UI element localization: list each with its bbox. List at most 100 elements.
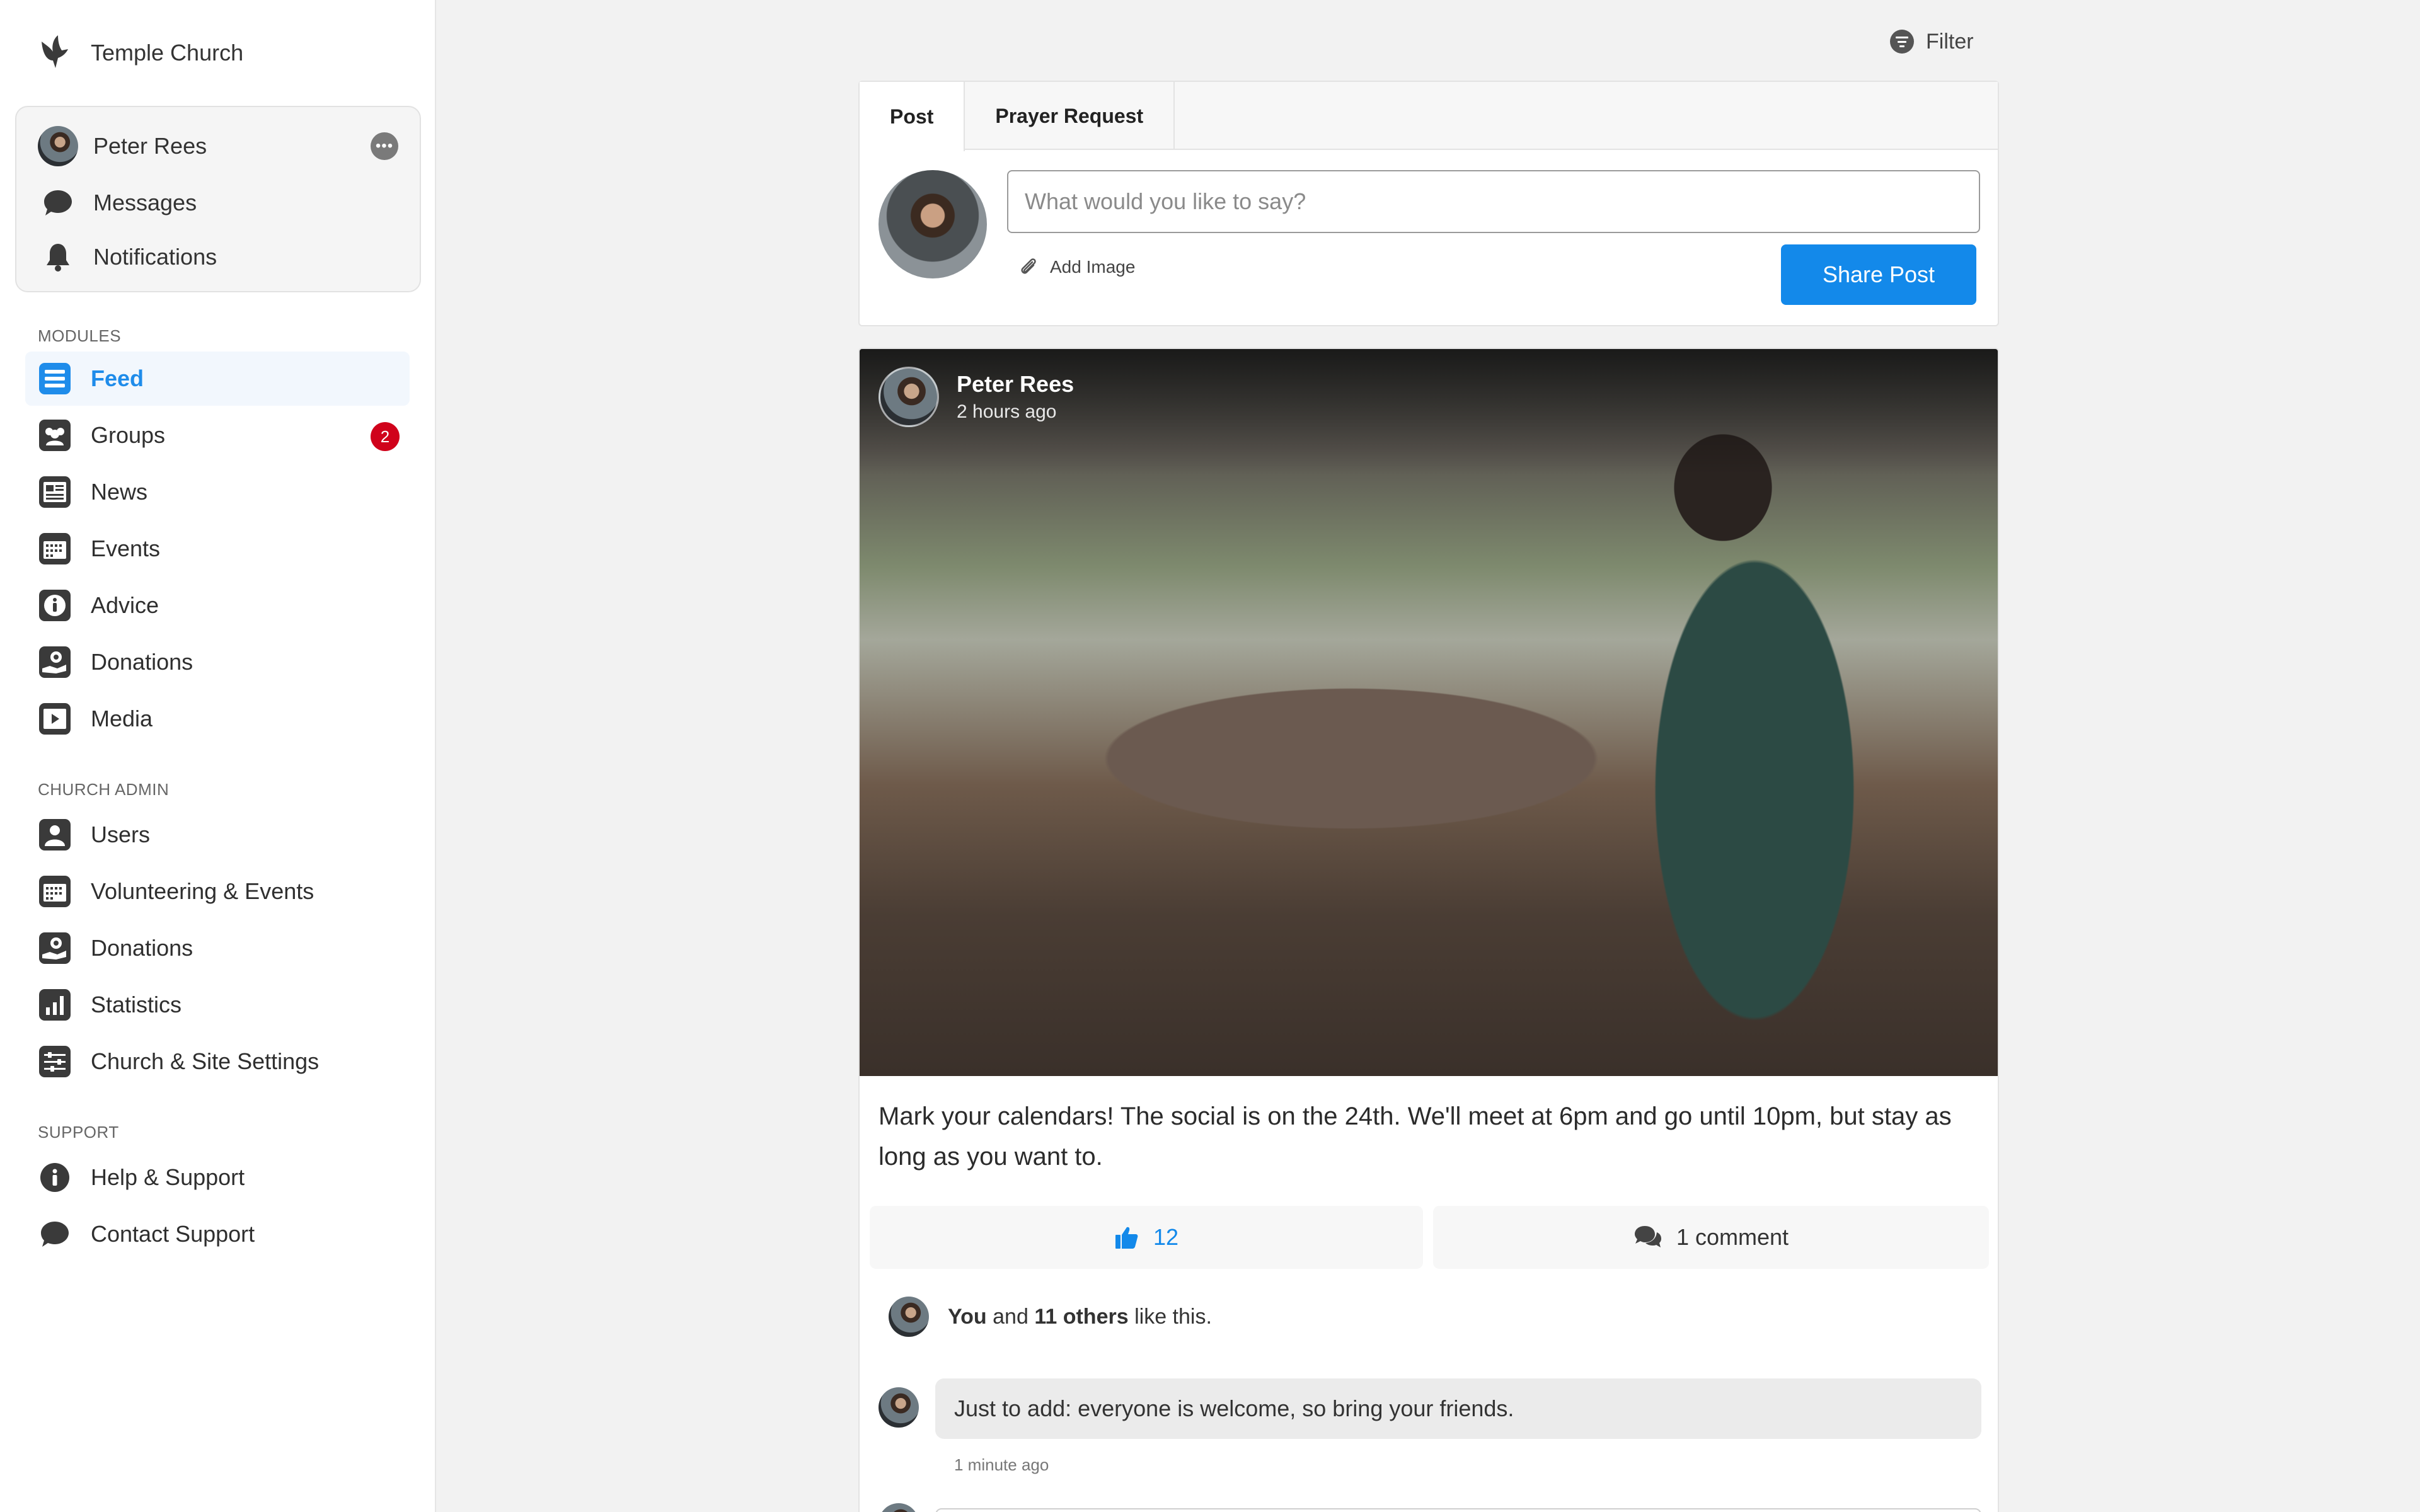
tab-post[interactable]: Post xyxy=(860,82,965,151)
nav-label: Donations xyxy=(91,649,193,675)
info-icon xyxy=(39,590,71,621)
nav-label: News xyxy=(91,479,148,505)
nav-groups[interactable]: Groups 2 xyxy=(25,408,410,462)
messages-link[interactable]: Messages xyxy=(38,183,197,223)
brand[interactable]: Temple Church xyxy=(37,32,243,74)
likes-suffix: like this. xyxy=(1128,1304,1212,1329)
nav-feed[interactable]: Feed xyxy=(25,352,410,406)
nav-donations[interactable]: Donations xyxy=(25,635,410,689)
avatar xyxy=(879,367,939,427)
nav-label: Feed xyxy=(91,365,144,391)
nav-advice[interactable]: Advice xyxy=(25,578,410,633)
nav-label: Media xyxy=(91,706,153,731)
tab-prayer-request[interactable]: Prayer Request xyxy=(965,82,1175,150)
dove-logo-icon xyxy=(42,35,68,68)
comment-text: Just to add: everyone is welcome, so bri… xyxy=(954,1395,1514,1421)
nav-label: Statistics xyxy=(91,992,182,1017)
notifications-link[interactable]: Notifications xyxy=(38,237,217,277)
nav-label: Donations xyxy=(91,935,193,961)
calendar-icon xyxy=(39,533,71,564)
nav-church-site-settings[interactable]: Church & Site Settings xyxy=(25,1034,410,1089)
likes-you: You xyxy=(948,1304,987,1329)
post-author[interactable]: Peter Rees 2 hours ago xyxy=(879,367,1074,427)
notifications-label: Notifications xyxy=(93,244,217,270)
likes-and: and xyxy=(986,1304,1035,1329)
nav-label: Advice xyxy=(91,592,159,618)
avatar xyxy=(879,1503,919,1512)
donation-icon xyxy=(39,646,71,678)
reply-input[interactable] xyxy=(935,1508,1981,1512)
news-icon xyxy=(39,476,71,508)
nav-label: Help & Support xyxy=(91,1164,245,1190)
likes-others: 11 others xyxy=(1034,1304,1129,1329)
nav-label: Groups xyxy=(91,422,166,448)
reply-composer xyxy=(879,1497,1988,1512)
notification-badge: 2 xyxy=(371,422,400,451)
nav-label: Users xyxy=(91,822,151,847)
add-image-button[interactable]: Add Image xyxy=(1017,256,1135,278)
nav-statistics[interactable]: Statistics xyxy=(25,978,410,1032)
nav-contact-support[interactable]: Contact Support xyxy=(25,1207,410,1261)
more-options-icon[interactable]: ••• xyxy=(371,132,398,160)
likes-summary[interactable]: You and 11 others like this. xyxy=(889,1297,1212,1337)
profile-link[interactable]: Peter Rees xyxy=(38,126,207,166)
feed-icon xyxy=(39,363,71,394)
user-name: Peter Rees xyxy=(93,133,207,159)
post-body: Mark your calendars! The social is on th… xyxy=(879,1102,1952,1171)
filter-label: Filter xyxy=(1926,29,1974,54)
post-time: 2 hours ago xyxy=(957,401,1057,422)
user-card: Peter Rees ••• Messages Notifications xyxy=(15,106,421,292)
nav-events[interactable]: Events xyxy=(25,522,410,576)
nav-help-support[interactable]: Help & Support xyxy=(25,1150,410,1205)
modules-heading: MODULES xyxy=(38,326,122,345)
comment-button[interactable]: 1 comment xyxy=(1433,1206,1989,1269)
sidebar: Temple Church Peter Rees ••• Messages No… xyxy=(0,0,436,1512)
avatar xyxy=(879,1387,919,1428)
info-circle-icon xyxy=(40,1163,69,1192)
comment-time: 1 minute ago xyxy=(954,1455,1049,1474)
filter-icon xyxy=(1890,30,1914,54)
comment-bubble: Just to add: everyone is welcome, so bri… xyxy=(935,1378,1981,1439)
chat-bubble-icon xyxy=(44,190,72,215)
calendar-icon xyxy=(39,876,71,907)
thumbs-up-icon xyxy=(1115,1227,1138,1249)
nav-label: Volunteering & Events xyxy=(91,878,314,904)
post-composer: Post Prayer Request Add Image Share Post xyxy=(858,81,1999,326)
add-image-label: Add Image xyxy=(1050,257,1136,277)
statistics-icon xyxy=(39,989,71,1021)
nav-media[interactable]: Media xyxy=(25,692,410,746)
author-name: Peter Rees xyxy=(957,371,1075,397)
like-count: 12 xyxy=(1153,1224,1179,1250)
support-heading: SUPPORT xyxy=(38,1123,119,1142)
likes-text: You and 11 others like this. xyxy=(948,1305,1212,1329)
avatar xyxy=(879,170,987,278)
avatar xyxy=(38,126,78,166)
filter-button[interactable]: Filter xyxy=(1889,28,1974,55)
like-button[interactable]: 12 xyxy=(870,1206,1423,1269)
comment-count: 1 comment xyxy=(1676,1224,1789,1250)
nav-users[interactable]: Users xyxy=(25,808,410,862)
messages-label: Messages xyxy=(93,190,197,215)
nav-news[interactable]: News xyxy=(25,465,410,519)
comments-icon xyxy=(1634,1226,1661,1247)
post-input[interactable] xyxy=(1007,170,1980,233)
feed-post: Peter Rees 2 hours ago Mark your calenda… xyxy=(858,348,1999,1512)
share-post-button[interactable]: Share Post xyxy=(1781,244,1976,305)
groups-icon xyxy=(39,420,71,451)
chat-bubble-icon xyxy=(41,1222,69,1247)
media-icon xyxy=(39,703,71,735)
composer-tabs: Post Prayer Request xyxy=(860,82,1998,151)
nav-label: Contact Support xyxy=(91,1221,255,1247)
church-name: Temple Church xyxy=(91,40,244,66)
user-icon xyxy=(39,819,71,850)
nav-label: Events xyxy=(91,536,161,561)
donation-icon xyxy=(39,932,71,964)
paperclip-icon xyxy=(1021,258,1036,274)
nav-label: Church & Site Settings xyxy=(91,1048,320,1074)
church-admin-heading: CHURCH ADMIN xyxy=(38,780,170,799)
post-photo[interactable]: Peter Rees 2 hours ago xyxy=(860,349,1998,1076)
avatar xyxy=(889,1297,929,1337)
settings-sliders-icon xyxy=(39,1046,71,1077)
nav-volunteering-events[interactable]: Volunteering & Events xyxy=(25,864,410,919)
nav-admin-donations[interactable]: Donations xyxy=(25,921,410,975)
